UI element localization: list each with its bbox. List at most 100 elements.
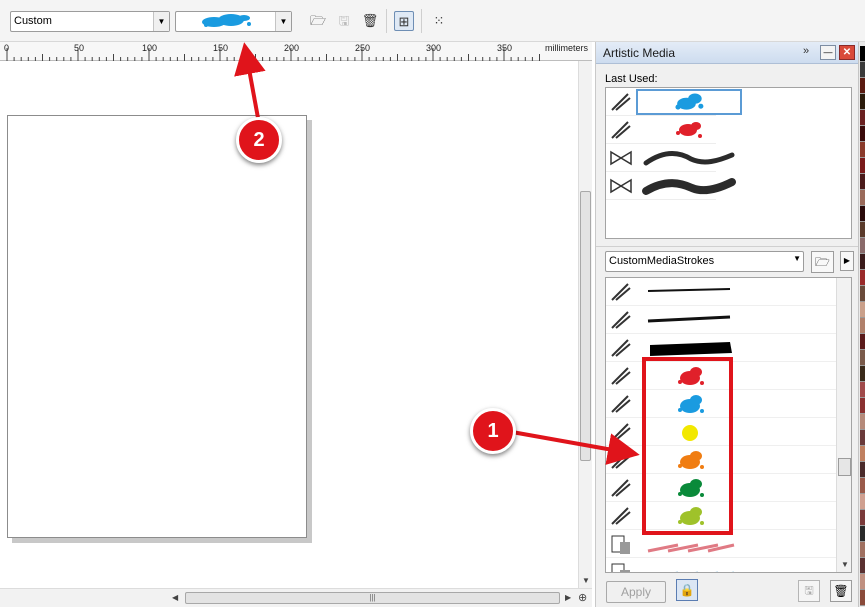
palette-swatch[interactable]: [860, 254, 865, 270]
palette-swatch[interactable]: [860, 430, 865, 446]
palette-swatch[interactable]: [860, 126, 865, 142]
bowtie-brush-icon: [610, 178, 632, 194]
sprayer-icon: [611, 367, 631, 385]
chevron-down-icon[interactable]: ▼: [793, 254, 801, 263]
palette-swatch[interactable]: [860, 222, 865, 238]
palette-swatch[interactable]: [860, 558, 865, 574]
palette-swatch[interactable]: [860, 382, 865, 398]
close-icon[interactable]: ✕: [839, 45, 855, 60]
last-used-item[interactable]: [606, 88, 742, 116]
last-used-list[interactable]: [605, 87, 852, 239]
save-icon[interactable]: 🖫: [798, 580, 820, 602]
palette-swatch[interactable]: [860, 494, 865, 510]
flyout-arrow-icon[interactable]: ▶: [840, 251, 854, 271]
save-icon[interactable]: 🖫: [334, 11, 354, 31]
stroke-item[interactable]: [606, 334, 836, 362]
browse-folder-icon[interactable]: 🗁: [811, 251, 834, 273]
chevron-down-icon[interactable]: ▼: [153, 12, 169, 31]
sprayer-icon: [611, 339, 631, 357]
scale-with-image-icon[interactable]: ⊞: [394, 11, 414, 31]
palette-swatch[interactable]: [860, 478, 865, 494]
palette-swatch[interactable]: [860, 286, 865, 302]
last-used-item[interactable]: [606, 172, 736, 200]
stroke-library-value: CustomMediaStrokes: [609, 255, 715, 267]
palette-swatch[interactable]: [860, 318, 865, 334]
scroll-left-arrow-icon[interactable]: ◀: [172, 593, 178, 602]
palette-swatch[interactable]: [860, 78, 865, 94]
delete-icon[interactable]: 🗑: [360, 11, 380, 31]
stroke-item[interactable]: [606, 306, 836, 334]
palette-swatch[interactable]: [860, 206, 865, 222]
palette-swatch[interactable]: [860, 158, 865, 174]
palette-swatch[interactable]: [860, 350, 865, 366]
palette-swatch[interactable]: [860, 414, 865, 430]
stroke-preview: [678, 395, 704, 413]
palette-swatch[interactable]: [860, 238, 865, 254]
stroke-preview: [675, 571, 734, 572]
stroke-item[interactable]: [606, 362, 836, 390]
folder-open-icon[interactable]: 🗁: [308, 11, 328, 31]
palette-swatch[interactable]: [860, 334, 865, 350]
palette-swatch[interactable]: [860, 446, 865, 462]
ruler-label: 250: [355, 43, 371, 53]
horizontal-scrollbar[interactable]: ◀ ||| ▶ ⊕: [0, 588, 592, 607]
stroke-item[interactable]: [606, 474, 836, 502]
ruler-label: 50: [74, 43, 85, 53]
stroke-item[interactable]: [606, 502, 836, 530]
stroke-item[interactable]: [606, 558, 836, 572]
stroke-list-scrollbar[interactable]: ▼: [836, 278, 851, 572]
ruler-label: 350: [497, 43, 513, 53]
color-palette[interactable]: [858, 42, 865, 607]
minimize-icon[interactable]: —: [820, 45, 836, 60]
horizontal-scroll-thumb[interactable]: |||: [185, 592, 560, 604]
palette-swatch[interactable]: [860, 510, 865, 526]
delete-icon[interactable]: 🗑: [830, 580, 852, 602]
palette-swatch[interactable]: [860, 94, 865, 110]
last-used-item[interactable]: [606, 144, 735, 172]
stroke-library-combo[interactable]: CustomMediaStrokes ▼: [605, 251, 804, 272]
palette-swatch[interactable]: [860, 270, 865, 286]
palette-swatch[interactable]: [860, 590, 865, 606]
vertical-scrollbar[interactable]: ▼: [578, 61, 592, 588]
vertical-scroll-thumb[interactable]: [580, 191, 591, 461]
drawing-page[interactable]: [7, 115, 307, 538]
palette-swatch[interactable]: [860, 526, 865, 542]
apply-button[interactable]: Apply: [606, 581, 666, 603]
stroke-item[interactable]: [606, 390, 836, 418]
palette-swatch[interactable]: [860, 462, 865, 478]
palette-swatch[interactable]: [860, 62, 865, 78]
palette-swatch[interactable]: [860, 542, 865, 558]
palette-swatch[interactable]: [860, 46, 865, 62]
palette-swatch[interactable]: [860, 110, 865, 126]
stroke-list-combo[interactable]: ▼: [175, 11, 292, 32]
palette-swatch[interactable]: [860, 190, 865, 206]
stroke-list-scroll-thumb[interactable]: [838, 458, 851, 476]
palette-swatch[interactable]: [860, 574, 865, 590]
sprayer-icon: [611, 507, 631, 525]
stroke-item[interactable]: [606, 418, 836, 446]
palette-swatch[interactable]: [860, 398, 865, 414]
sprayer-icon: [611, 93, 631, 111]
palette-swatch[interactable]: [860, 174, 865, 190]
stroke-item[interactable]: [606, 278, 836, 306]
drawing-canvas[interactable]: [0, 61, 578, 588]
chevron-down-icon[interactable]: ▼: [275, 12, 291, 31]
palette-swatch[interactable]: [860, 302, 865, 318]
bounding-box-icon[interactable]: ⁙: [429, 11, 449, 31]
lock-icon[interactable]: 🔒: [676, 579, 698, 601]
zoom-icon[interactable]: ⊕: [578, 591, 587, 604]
stroke-list[interactable]: ▼: [605, 277, 852, 573]
preset-list-combo[interactable]: Custom ▼: [10, 11, 170, 32]
scroll-down-arrow-icon[interactable]: ▼: [841, 560, 849, 569]
stroke-item[interactable]: [606, 530, 836, 558]
scroll-right-arrow-icon[interactable]: ▶: [565, 593, 571, 602]
artistic-media-docker: Artistic Media » — ✕ Last Used: CustomMe…: [595, 42, 859, 607]
stroke-preview-thick-wave: [642, 178, 736, 195]
stroke-item[interactable]: [606, 446, 836, 474]
double-chevron-icon[interactable]: »: [803, 45, 809, 57]
horizontal-ruler: 0 50 100 150 200 250 300 350 millimeters: [0, 42, 592, 61]
last-used-item[interactable]: [606, 116, 716, 144]
palette-swatch[interactable]: [860, 142, 865, 158]
palette-swatch[interactable]: [860, 366, 865, 382]
scroll-down-arrow-icon[interactable]: ▼: [582, 576, 590, 585]
